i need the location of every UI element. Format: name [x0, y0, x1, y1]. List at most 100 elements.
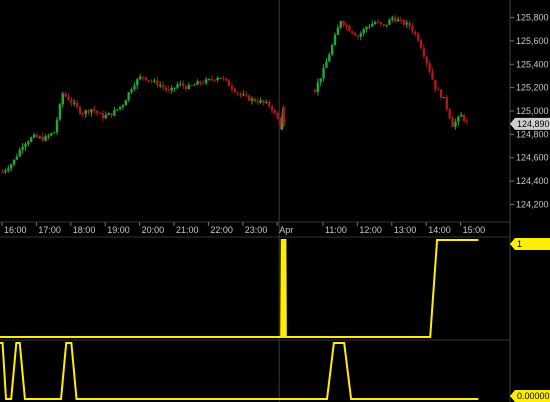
- candle-body: [336, 27, 340, 35]
- candle-body: [176, 84, 179, 88]
- candle-body: [30, 137, 33, 142]
- candle-body: [276, 112, 279, 119]
- candle-body: [345, 25, 348, 27]
- candle-body: [207, 79, 211, 81]
- candle-body: [24, 143, 27, 147]
- candle-body: [356, 35, 360, 37]
- candle-body: [35, 134, 39, 138]
- candle-body: [98, 112, 102, 114]
- indicator-panel-1: 1: [0, 238, 550, 338]
- candle-body: [405, 22, 408, 25]
- candle-body: [402, 20, 406, 25]
- candle-body: [64, 93, 67, 97]
- price-panel: [0, 0, 510, 222]
- candle-body: [373, 22, 377, 24]
- candle-body: [388, 19, 391, 25]
- candle-body: [394, 17, 397, 22]
- candle-body: [161, 85, 165, 88]
- candle-body: [385, 24, 388, 26]
- candle-body: [156, 80, 159, 86]
- candle-body: [127, 92, 130, 101]
- candle-body: [121, 105, 125, 107]
- candle-body: [15, 156, 19, 160]
- candle-body: [270, 106, 274, 111]
- candle-body: [282, 118, 286, 126]
- candle-body: [133, 85, 136, 90]
- candle-body: [267, 102, 271, 107]
- candle-body: [379, 22, 383, 25]
- candle-body: [219, 77, 222, 79]
- candle-body: [12, 159, 16, 165]
- time-tick-label: Apr: [279, 225, 293, 235]
- candle-body: [61, 93, 64, 105]
- candle-body: [376, 22, 380, 24]
- candle-body: [465, 120, 469, 122]
- price-tick-label: 124,800: [516, 129, 549, 139]
- candle-body: [353, 33, 357, 36]
- candle-body: [196, 81, 199, 85]
- candle-body: [442, 96, 446, 98]
- candle-body: [399, 19, 403, 21]
- candle-body: [259, 100, 262, 103]
- candle-body: [242, 94, 245, 96]
- time-axis: 16:00 17:00 18:00 19:00 20:00 21:00 22:00 23:00…: [1, 222, 485, 235]
- candle-body: [138, 76, 142, 80]
- candle-body: [147, 80, 150, 82]
- candle-body: [104, 114, 107, 119]
- candle-body: [351, 31, 354, 34]
- candle-body: [7, 168, 10, 171]
- candle-body: [173, 87, 176, 89]
- candle-body: [396, 19, 400, 22]
- candle-body: [330, 44, 334, 55]
- candle-body: [193, 84, 196, 86]
- candle-body: [414, 31, 417, 34]
- candle-body: [67, 96, 70, 101]
- candle-body: [136, 79, 139, 86]
- candle-body: [73, 102, 76, 104]
- candle-body: [256, 101, 259, 103]
- candle-body: [434, 79, 437, 90]
- candle-body: [439, 89, 443, 98]
- candle-body: [322, 67, 325, 79]
- candle-body: [342, 21, 345, 26]
- candle-body: [454, 121, 457, 127]
- candle-body: [419, 40, 423, 49]
- candle-body: [4, 170, 7, 172]
- time-tick-label: 21:00: [176, 225, 199, 235]
- time-tick-label: 23:00: [245, 225, 268, 235]
- candle-body: [101, 113, 105, 119]
- candle-body: [47, 135, 50, 137]
- candle-body: [411, 26, 414, 32]
- candle-body: [368, 26, 371, 28]
- candle-body: [32, 134, 36, 138]
- candle-body: [408, 22, 411, 27]
- candle-body: [245, 94, 248, 96]
- candle-body: [52, 132, 56, 134]
- candle-body: [55, 119, 59, 133]
- candle-body: [431, 71, 434, 80]
- candle-body: [18, 149, 21, 157]
- candle-body: [362, 29, 365, 34]
- candle-body: [167, 89, 171, 91]
- candle-body: [230, 86, 234, 90]
- price-tick-label: 125,000: [516, 106, 549, 116]
- candle-body: [150, 80, 153, 82]
- time-tick-label: 14:00: [428, 225, 451, 235]
- candle-body: [316, 82, 320, 92]
- candle-body: [187, 85, 191, 89]
- candle-body: [451, 118, 454, 127]
- candle-body: [141, 76, 145, 78]
- candle-body: [236, 92, 239, 94]
- time-tick-label: 22:00: [210, 225, 233, 235]
- price-tick-label: 124,400: [516, 176, 549, 186]
- candle-body: [199, 81, 202, 84]
- time-tick-label: 18:00: [73, 225, 96, 235]
- price-tick-label: 125,400: [516, 59, 549, 69]
- candle-body: [224, 78, 228, 81]
- candle-body: [95, 110, 99, 113]
- candle-body: [227, 80, 231, 87]
- candle-body: [87, 110, 90, 113]
- candle-body: [210, 79, 214, 81]
- candle-body: [38, 136, 42, 138]
- candle-body: [81, 113, 85, 115]
